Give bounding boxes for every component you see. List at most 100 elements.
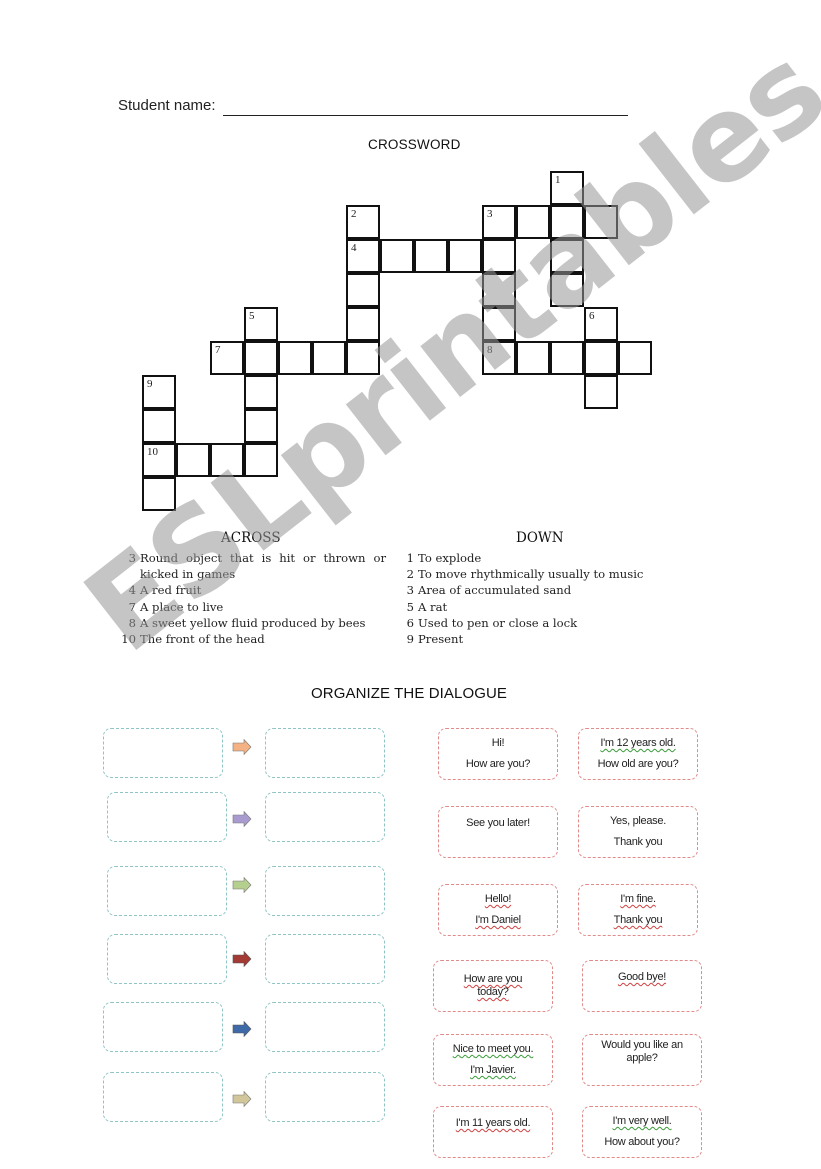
crossword-cell[interactable] — [482, 307, 516, 341]
dialogue-card[interactable]: I'm 11 years old. — [433, 1106, 553, 1158]
card-line: Thank you — [613, 836, 663, 848]
card-line: I'm 12 years old. — [600, 737, 676, 749]
crossword-cell[interactable] — [244, 409, 278, 443]
clue-down: 2 To move rhythmically usually to music — [396, 566, 666, 582]
dialogue-card[interactable]: How are you today? — [433, 960, 553, 1012]
crossword-cell[interactable] — [244, 443, 278, 477]
crossword-cell[interactable] — [346, 307, 380, 341]
crossword-cell[interactable] — [346, 341, 380, 375]
clue-text: To explode — [418, 551, 482, 565]
clue-number: 9 — [406, 632, 414, 647]
crossword-cell[interactable] — [584, 205, 618, 239]
cell-number: 6 — [589, 310, 595, 322]
card-line: Thank you — [613, 914, 663, 926]
crossword-cell[interactable] — [210, 443, 244, 477]
crossword-cell[interactable] — [244, 341, 278, 375]
crossword-cell[interactable]: 9 — [142, 375, 176, 409]
answer-box-right[interactable] — [265, 1002, 385, 1052]
dialogue-card[interactable]: Hello! I'm Daniel — [438, 884, 558, 936]
dialogue-card[interactable]: I'm fine. Thank you — [578, 884, 698, 936]
clue-number: 3 — [406, 583, 414, 598]
crossword-cell[interactable]: 8 — [482, 341, 516, 375]
across-clues: 3 Round object that is hit or thrown or … — [118, 550, 386, 647]
crossword-cell[interactable] — [142, 477, 176, 511]
dialogue-card[interactable]: I'm 12 years old. How old are you? — [578, 728, 698, 780]
clue-text: kicked in games — [140, 567, 236, 582]
crossword-cell[interactable] — [550, 239, 584, 273]
dialogue-card[interactable]: Nice to meet you. I'm Javier. — [433, 1034, 553, 1086]
crossword-cell[interactable] — [516, 205, 550, 239]
dialogue-card[interactable]: Yes, please. Thank you — [578, 806, 698, 858]
card-line: Hi! — [491, 737, 505, 749]
answer-box-left[interactable] — [107, 792, 227, 842]
arrow-right-icon — [232, 1091, 252, 1107]
clue-across: 7 A place to live — [118, 599, 386, 615]
clue-text: A red fruit — [140, 583, 202, 598]
dialogue-card[interactable]: Good bye! — [582, 960, 702, 1012]
clue-number: 5 — [406, 599, 414, 614]
crossword-cell[interactable] — [482, 273, 516, 307]
answer-box-left[interactable] — [103, 728, 223, 778]
student-name-field[interactable] — [223, 115, 628, 116]
answer-box-right[interactable] — [265, 792, 385, 842]
dialogue-card[interactable]: Hi! How are you? — [438, 728, 558, 780]
crossword-cell[interactable] — [584, 341, 618, 375]
crossword-cell[interactable]: 6 — [584, 307, 618, 341]
arrow-right-icon — [232, 739, 252, 755]
crossword-cell[interactable] — [176, 443, 210, 477]
dialogue-card[interactable]: Would you like an apple? — [582, 1034, 702, 1086]
crossword-cell[interactable]: 10 — [142, 443, 176, 477]
answer-box-left[interactable] — [107, 934, 227, 984]
dialogue-card[interactable]: See you later! — [438, 806, 558, 858]
crossword-cell[interactable] — [482, 239, 516, 273]
crossword-cell[interactable] — [584, 375, 618, 409]
dialogue-title: ORGANIZE THE DIALOGUE — [311, 685, 508, 702]
cell-number: 10 — [147, 446, 158, 458]
crossword-cell[interactable] — [516, 341, 550, 375]
arrow-right-icon — [232, 877, 252, 893]
across-heading: ACROSS — [221, 530, 281, 546]
crossword-cell[interactable] — [414, 239, 448, 273]
clue-number: 10 — [121, 632, 136, 647]
crossword-cell[interactable]: 1 — [550, 171, 584, 205]
answer-box-right[interactable] — [265, 728, 385, 778]
arrow-shape — [232, 951, 252, 967]
arrow-shape — [232, 739, 252, 755]
cell-number: 1 — [555, 174, 561, 186]
crossword-cell[interactable] — [244, 375, 278, 409]
card-line: Nice to meet you. — [452, 1043, 534, 1055]
crossword-cell[interactable] — [618, 341, 652, 375]
crossword-cell[interactable] — [312, 341, 346, 375]
answer-box-right[interactable] — [265, 1072, 385, 1122]
arrow-right-icon — [232, 951, 252, 967]
crossword-cell[interactable]: 5 — [244, 307, 278, 341]
arrow-right-icon — [232, 1021, 252, 1037]
crossword-cell[interactable]: 2 — [346, 205, 380, 239]
arrow-shape — [232, 877, 252, 893]
crossword-cell[interactable] — [278, 341, 312, 375]
crossword-cell[interactable] — [380, 239, 414, 273]
answer-box-left[interactable] — [107, 866, 227, 916]
card-line: Good bye! — [617, 971, 667, 983]
crossword-cell[interactable]: 4 — [346, 239, 380, 273]
answer-box-right[interactable] — [265, 934, 385, 984]
student-name-label: Student name: — [118, 97, 216, 114]
answer-box-right[interactable] — [265, 866, 385, 916]
crossword-cell[interactable] — [550, 273, 584, 307]
crossword-cell[interactable] — [346, 273, 380, 307]
crossword-cell[interactable] — [550, 341, 584, 375]
crossword-cell[interactable] — [448, 239, 482, 273]
clue-across: 8 A sweet yellow fluid produced by bees — [118, 615, 386, 631]
dialogue-card[interactable]: I'm very well. How about you? — [582, 1106, 702, 1158]
clue-across: 3 Round object that is hit or thrown or — [118, 550, 386, 566]
crossword-cell[interactable] — [550, 205, 584, 239]
clue-text: Round object that is hit or thrown or — [140, 551, 386, 565]
crossword-cell[interactable]: 7 — [210, 341, 244, 375]
answer-box-left[interactable] — [103, 1002, 223, 1052]
crossword-cell[interactable] — [142, 409, 176, 443]
cell-number: 4 — [351, 242, 357, 254]
clue-text: To move rhythmically usually to music — [418, 567, 644, 582]
card-line: I'm Daniel — [475, 914, 521, 926]
crossword-cell[interactable]: 3 — [482, 205, 516, 239]
answer-box-left[interactable] — [103, 1072, 223, 1122]
